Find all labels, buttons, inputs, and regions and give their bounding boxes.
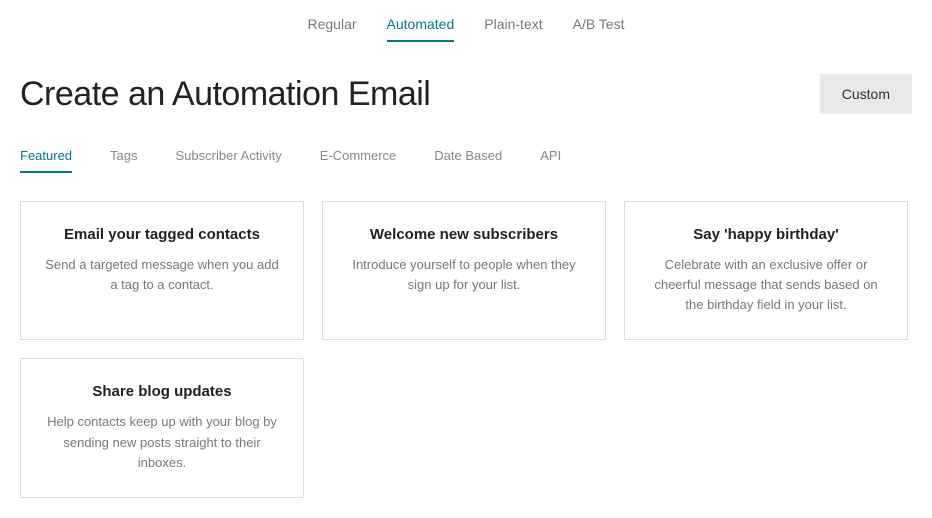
top-tabs: Regular Automated Plain-text A/B Test (0, 0, 932, 50)
subtab-featured[interactable]: Featured (20, 148, 72, 173)
sub-tabs: Featured Tags Subscriber Activity E-Comm… (20, 148, 912, 173)
subtab-date-based[interactable]: Date Based (434, 148, 502, 173)
card-email-tagged-contacts[interactable]: Email your tagged contacts Send a target… (20, 201, 304, 340)
card-title: Welcome new subscribers (343, 226, 585, 243)
subtab-subscriber-activity[interactable]: Subscriber Activity (176, 148, 282, 173)
card-title: Email your tagged contacts (41, 226, 283, 243)
main-content: Create an Automation Email Custom Featur… (0, 50, 932, 518)
automation-cards: Email your tagged contacts Send a target… (20, 201, 912, 498)
card-happy-birthday[interactable]: Say 'happy birthday' Celebrate with an e… (624, 201, 908, 340)
tab-ab-test[interactable]: A/B Test (573, 16, 625, 42)
card-title: Say 'happy birthday' (645, 226, 887, 243)
card-desc: Introduce yourself to people when they s… (343, 255, 585, 295)
tab-regular[interactable]: Regular (308, 16, 357, 42)
custom-button[interactable]: Custom (820, 74, 912, 114)
subtab-api[interactable]: API (540, 148, 561, 173)
subtab-ecommerce[interactable]: E-Commerce (320, 148, 397, 173)
subtab-tags[interactable]: Tags (110, 148, 137, 173)
page-title: Create an Automation Email (20, 75, 430, 114)
tab-plain-text[interactable]: Plain-text (484, 16, 542, 42)
card-desc: Send a targeted message when you add a t… (41, 255, 283, 295)
card-desc: Celebrate with an exclusive offer or che… (645, 255, 887, 315)
card-title: Share blog updates (41, 383, 283, 400)
header-row: Create an Automation Email Custom (20, 74, 912, 114)
card-share-blog[interactable]: Share blog updates Help contacts keep up… (20, 358, 304, 497)
card-desc: Help contacts keep up with your blog by … (41, 412, 283, 472)
tab-automated[interactable]: Automated (387, 16, 455, 42)
card-welcome-subscribers[interactable]: Welcome new subscribers Introduce yourse… (322, 201, 606, 340)
